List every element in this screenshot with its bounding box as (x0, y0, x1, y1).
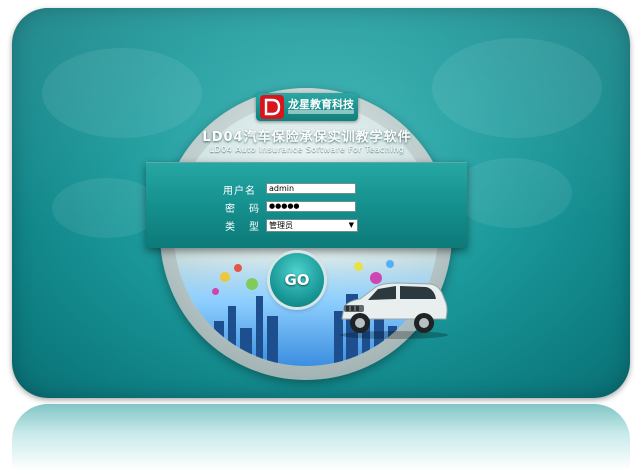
user-type-select[interactable]: 管理员 ▼ (266, 219, 358, 232)
username-input[interactable] (266, 183, 356, 194)
username-label: 用户名 (223, 186, 256, 197)
go-button[interactable]: GO (270, 253, 324, 307)
company-logo: 龙星教育科技 (256, 93, 358, 121)
suv-car-image (340, 282, 448, 339)
chevron-down-icon: ▼ (348, 221, 354, 229)
logo-subline (288, 110, 354, 114)
world-map-shape (452, 158, 572, 228)
world-map-shape (432, 38, 602, 138)
password-label: 密 码 (225, 204, 261, 215)
world-map-shape (42, 48, 202, 138)
logo-mark-icon (260, 95, 284, 119)
user-type-value: 管理员 (269, 221, 293, 230)
password-input[interactable]: ●●●●● (266, 201, 356, 212)
panel-reflection (12, 404, 630, 470)
type-label: 类 型 (225, 222, 261, 233)
software-subtitle: LD04 Auto Insurance Software For Teachin… (209, 145, 405, 154)
software-title: LD04汽车保险承保实训教学软件 (202, 130, 412, 145)
